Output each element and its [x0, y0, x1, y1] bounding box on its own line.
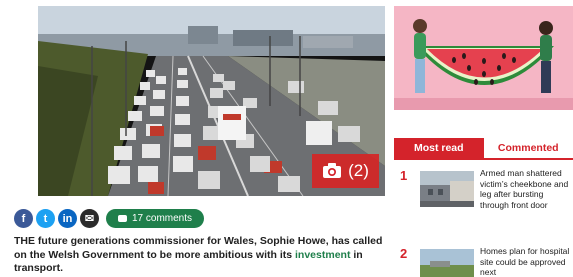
- comments-count: 17 comments: [132, 213, 193, 224]
- email-glyph: ✉: [84, 213, 95, 225]
- facebook-icon[interactable]: f: [14, 209, 33, 228]
- facebook-glyph: f: [21, 212, 26, 225]
- photo-count-label: (2): [348, 161, 369, 180]
- tab-commented[interactable]: Commented: [483, 138, 573, 158]
- share-bar: f t in ✉ 17 comments: [14, 209, 205, 228]
- list-item[interactable]: 2 Homes plan for hospital site could be …: [394, 246, 573, 277]
- promo-image[interactable]: [394, 6, 573, 110]
- photo-count-badge[interactable]: (2): [312, 154, 379, 188]
- list-item[interactable]: 1 Armed man shattered victim’s cheekbone…: [394, 168, 573, 230]
- article-thumbnail[interactable]: [420, 171, 474, 207]
- rank-number: 1: [400, 168, 408, 183]
- twitter-icon[interactable]: t: [36, 209, 55, 228]
- street-photo: [420, 171, 474, 207]
- email-icon[interactable]: ✉: [80, 209, 99, 228]
- twitter-glyph: t: [43, 212, 48, 225]
- article-hero-image[interactable]: (2): [38, 6, 385, 196]
- linkedin-icon[interactable]: in: [58, 209, 77, 228]
- watermelon-photo: [394, 6, 573, 110]
- most-read-tabs: Most read Commented: [394, 138, 573, 160]
- article-headline[interactable]: Armed man shattered victim’s cheekbone a…: [480, 168, 573, 210]
- camera-icon: [323, 163, 342, 178]
- rank-number: 2: [400, 246, 408, 261]
- field-photo: [420, 249, 474, 277]
- tab-most-read[interactable]: Most read: [394, 138, 484, 158]
- investment-link[interactable]: investment: [295, 249, 350, 261]
- comments-button[interactable]: 17 comments: [106, 209, 205, 228]
- comment-icon: [118, 215, 127, 222]
- article-lead: THE future generations commissioner for …: [14, 235, 386, 276]
- linkedin-glyph: in: [62, 212, 73, 225]
- article-thumbnail[interactable]: [420, 249, 474, 277]
- article-headline[interactable]: Homes plan for hospital site could be ap…: [480, 246, 573, 277]
